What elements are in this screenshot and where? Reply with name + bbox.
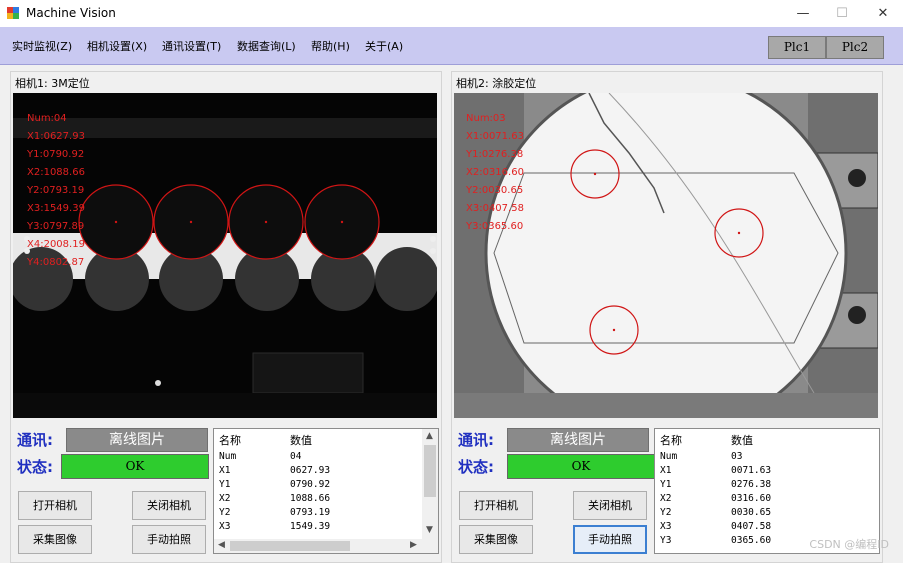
camera2-title: 相机2: 涂胶定位	[456, 77, 537, 90]
camera2-overlay-3: X2:0316.60	[466, 167, 524, 178]
camera1-open-button[interactable]: 打开相机	[18, 491, 92, 520]
table-cell: 0407.58	[731, 521, 772, 532]
table-cell: 0276.38	[731, 479, 772, 490]
table-cell: X2	[219, 493, 231, 504]
camera1-data-grid[interactable]: 名称 数值 Num 04 X1 0627.93 Y1 0790.92 X2 10…	[213, 428, 439, 554]
camera1-title: 相机1: 3M定位	[15, 77, 90, 90]
scroll-thumb[interactable]	[230, 541, 350, 551]
watermark: CSDN @编程ID	[809, 538, 889, 551]
camera2-status-value: OK	[507, 454, 655, 479]
table-cell: 03	[731, 451, 743, 462]
grid-header-value: 数值	[731, 434, 753, 447]
table-cell: X1	[660, 465, 672, 476]
camera1-overlay-6: Y3:0797.89	[26, 221, 84, 232]
camera1-close-button[interactable]: 关闭相机	[132, 491, 206, 520]
camera2-overlay-0: Num:03	[466, 113, 506, 124]
camera1-status-value: OK	[61, 454, 209, 479]
grid-header-value: 数值	[290, 434, 312, 447]
table-cell: Num	[219, 451, 237, 462]
plc2-button[interactable]: Plc2	[826, 36, 884, 59]
camera2-view: Num:03 X1:0071.63 Y1:0276.38 X2:0316.60 …	[454, 93, 878, 418]
plc1-button[interactable]: Plc1	[768, 36, 826, 59]
table-cell: 0030.65	[731, 507, 772, 518]
table-cell: Y2	[219, 507, 231, 518]
table-cell: 0790.92	[290, 479, 331, 490]
scroll-left-icon[interactable]: ◀	[218, 540, 225, 550]
table-cell: 0627.93	[290, 465, 331, 476]
camera2-comm-value: 离线图片	[507, 428, 649, 452]
table-cell: X1	[219, 465, 231, 476]
table-cell: X3	[219, 521, 231, 532]
table-cell: Num	[660, 451, 678, 462]
close-button[interactable]: ✕	[861, 0, 903, 27]
minimize-button[interactable]: —	[781, 0, 825, 27]
menu-data-query[interactable]: 数据查询(L)	[237, 38, 296, 54]
table-cell: Y2	[660, 507, 672, 518]
app-icon	[7, 7, 19, 19]
camera2-overlay-4: Y2:0030.65	[465, 185, 523, 196]
menu-camera-settings[interactable]: 相机设置(X)	[87, 38, 147, 54]
camera1-overlay-5: X3:1549.39	[27, 203, 85, 214]
camera1-capture-button[interactable]: 采集图像	[18, 525, 92, 554]
scroll-up-icon[interactable]: ▲	[426, 431, 433, 441]
grid-header-name: 名称	[219, 434, 241, 447]
table-cell: 04	[290, 451, 302, 462]
table-cell: 0071.63	[731, 465, 772, 476]
table-cell: X3	[660, 521, 672, 532]
camera2-overlay-6: Y3:0365.60	[465, 221, 523, 232]
camera2-close-button[interactable]: 关闭相机	[573, 491, 647, 520]
title-bar: Machine Vision — ☐ ✕	[0, 0, 903, 27]
camera2-open-button[interactable]: 打开相机	[459, 491, 533, 520]
scroll-thumb[interactable]	[424, 445, 436, 497]
table-cell: 0316.60	[731, 493, 772, 504]
maximize-button[interactable]: ☐	[820, 0, 864, 27]
camera1-overlay-4: Y2:0793.19	[26, 185, 84, 196]
camera1-overlay-8: Y4:0802.87	[26, 257, 84, 268]
table-cell: Y1	[660, 479, 672, 490]
camera1-comm-value: 离线图片	[66, 428, 208, 452]
scroll-down-icon[interactable]: ▼	[426, 525, 433, 535]
camera1-panel: 相机1: 3M定位 Num:04 X1:0627.93 Y1:0790.92 X…	[10, 71, 442, 563]
menu-bar: 实时监视(Z) 相机设置(X) 通讯设置(T) 数据查询(L) 帮助(H) 关于…	[0, 27, 903, 65]
camera2-comm-label: 通讯:	[458, 431, 494, 449]
camera1-overlay-2: Y1:0790.92	[26, 149, 84, 160]
camera1-manual-button[interactable]: 手动拍照	[132, 525, 206, 554]
horizontal-scrollbar[interactable]: ◀ ▶	[214, 539, 438, 553]
camera1-overlay-3: X2:1088.66	[27, 167, 85, 178]
menu-about[interactable]: 关于(A)	[365, 38, 403, 54]
camera1-view: Num:04 X1:0627.93 Y1:0790.92 X2:1088.66 …	[13, 93, 437, 418]
camera2-overlay-2: Y1:0276.38	[465, 149, 523, 160]
menu-realtime-monitor[interactable]: 实时监视(Z)	[12, 38, 72, 54]
camera2-overlay-5: X3:0407.58	[466, 203, 524, 214]
table-cell: 1088.66	[290, 493, 331, 504]
camera1-comm-label: 通讯:	[17, 431, 53, 449]
camera2-status-label: 状态:	[458, 458, 494, 476]
menu-help[interactable]: 帮助(H)	[311, 38, 350, 54]
camera2-capture-button[interactable]: 采集图像	[459, 525, 533, 554]
camera1-overlay-0: Num:04	[27, 113, 67, 124]
table-cell: Y3	[660, 535, 672, 546]
camera2-overlay-1: X1:0071.63	[466, 131, 524, 142]
table-cell: Y1	[219, 479, 231, 490]
camera1-overlay-1: X1:0627.93	[27, 131, 85, 142]
table-cell: X2	[660, 493, 672, 504]
table-cell: 0793.19	[290, 507, 331, 518]
vertical-scrollbar[interactable]: ▲ ▼	[422, 429, 438, 539]
grid-header-name: 名称	[660, 434, 682, 447]
scroll-right-icon[interactable]: ▶	[410, 540, 417, 550]
camera1-overlay-7: X4:2008.19	[27, 239, 85, 250]
table-cell: 1549.39	[290, 521, 331, 532]
table-cell: 0365.60	[731, 535, 772, 546]
camera1-status-label: 状态:	[17, 458, 53, 476]
camera2-manual-button[interactable]: 手动拍照	[573, 525, 647, 554]
camera2-panel: 相机2: 涂胶定位 Num:03 X1:0071.63 Y1:0276.38 X…	[451, 71, 883, 563]
window-title: Machine Vision	[26, 6, 116, 20]
menu-comm-settings[interactable]: 通讯设置(T)	[162, 38, 221, 54]
